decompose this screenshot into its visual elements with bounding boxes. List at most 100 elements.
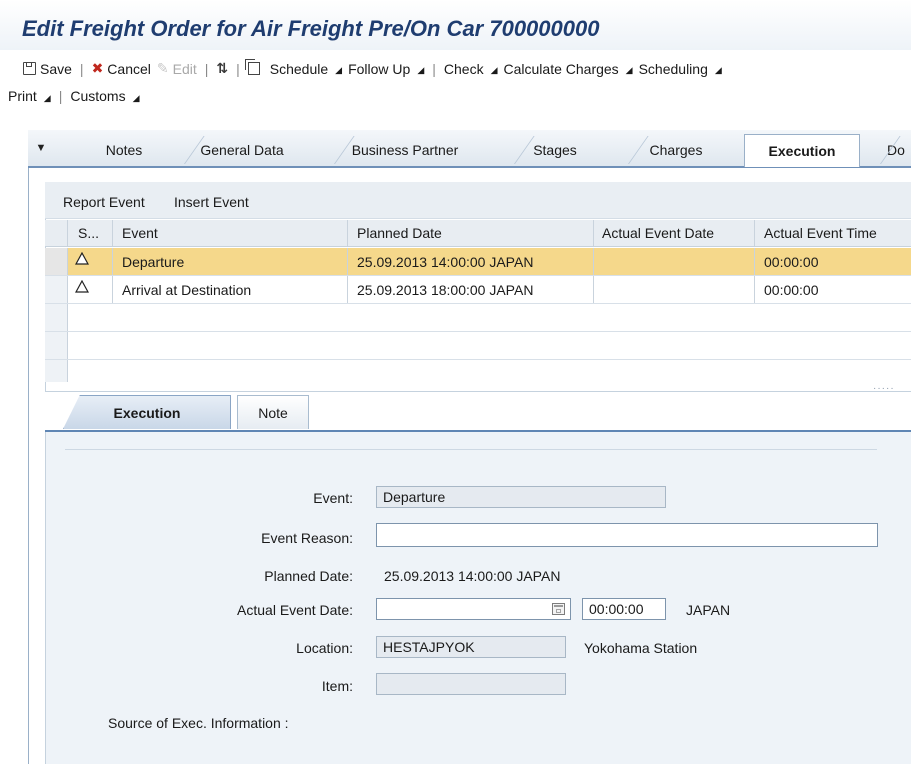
toolbar-separator: | — [432, 60, 436, 77]
location-description: Yokohama Station — [584, 640, 698, 656]
cell-event: Arrival at Destination — [122, 282, 252, 298]
row-selector[interactable] — [45, 276, 68, 303]
column-header-status[interactable]: S... — [78, 225, 99, 241]
planned-date-value: 25.09.2013 14:00:00 JAPAN — [384, 568, 561, 584]
dropdown-triangle-icon: ◢ — [335, 65, 343, 75]
item-label: Item: — [321, 678, 353, 694]
table-header: S... Event Planned Date Actual Event Dat… — [45, 220, 911, 247]
column-header-actual-event-time[interactable]: Actual Event Time — [764, 225, 877, 241]
toolbar: Save | ✖ Cancel ✎ Edit | ⇅ | Schedule ◢ F… — [0, 52, 911, 114]
column-header-actual-event-date[interactable]: Actual Event Date — [602, 225, 714, 241]
tab-general-data[interactable]: General Data — [180, 136, 304, 164]
refresh-icon: ⇅ — [216, 60, 229, 76]
table-toolbar: Report Event Insert Event — [45, 182, 911, 219]
calculate-charges-menu[interactable]: Calculate Charges ◢ — [504, 61, 633, 77]
edit-icon: ✎ — [156, 60, 169, 76]
edit-label: Edit — [172, 60, 197, 77]
cancel-button[interactable]: ✖ Cancel — [92, 60, 151, 77]
toolbar-separator: | — [58, 88, 63, 104]
detail-tab-strip: Execution Note — [45, 395, 911, 433]
follow-up-menu[interactable]: Follow Up ◢ — [348, 61, 424, 77]
actual-event-date-input[interactable] — [376, 598, 571, 620]
column-divider — [593, 220, 594, 246]
column-header-event[interactable]: Event — [122, 225, 158, 241]
report-event-button[interactable]: Report Event — [63, 194, 145, 210]
column-divider — [112, 276, 113, 303]
column-divider — [754, 220, 755, 246]
row-selector[interactable] — [45, 248, 68, 275]
toolbar-row-1: Save | ✖ Cancel ✎ Edit | ⇅ | Schedule ◢ F… — [23, 59, 728, 77]
detail-tab-execution[interactable]: Execution — [63, 395, 231, 429]
table-row-empty — [45, 332, 911, 360]
event-label: Event: — [313, 490, 353, 506]
tab-execution[interactable]: Execution — [744, 134, 860, 167]
event-reason-input[interactable] — [376, 523, 878, 547]
column-divider — [347, 276, 348, 303]
row-selector[interactable] — [45, 304, 68, 331]
location-field: HESTAJPYOK — [376, 636, 566, 658]
toolbar-separator: | — [236, 60, 240, 77]
customs-menu[interactable]: Customs ◢ — [70, 88, 139, 104]
tab-documents[interactable]: Do — [876, 136, 911, 164]
refresh-button[interactable]: ⇅ — [216, 60, 228, 77]
location-label: Location: — [296, 640, 353, 656]
page-title: Edit Freight Order for Air Freight Pre/O… — [22, 16, 600, 41]
table-row-empty — [45, 304, 911, 332]
print-label: Print — [8, 88, 37, 104]
column-divider — [593, 248, 594, 275]
event-reason-label: Event Reason: — [261, 530, 353, 546]
column-divider — [67, 220, 68, 246]
schedule-menu[interactable]: Schedule ◢ — [270, 61, 342, 77]
dropdown-triangle-icon: ◢ — [132, 92, 140, 103]
save-button[interactable]: Save — [23, 61, 72, 77]
tab-stages[interactable]: Stages — [510, 136, 600, 164]
form-divider — [65, 449, 877, 450]
calendar-icon[interactable] — [552, 603, 565, 615]
cell-actual-event-time: 00:00:00 — [764, 282, 819, 298]
edit-button[interactable]: ✎ Edit — [157, 60, 197, 77]
cell-event: Departure — [122, 254, 185, 270]
item-field — [376, 673, 566, 695]
actual-event-date-label: Actual Event Date: — [237, 602, 353, 618]
planned-date-label: Planned Date: — [264, 568, 353, 584]
dropdown-triangle-icon: ◢ — [714, 65, 722, 75]
scheduling-menu[interactable]: Scheduling ◢ — [639, 61, 722, 77]
toolbar-separator: | — [79, 60, 84, 77]
table-row[interactable]: Departure 25.09.2013 14:00:00 JAPAN 00:0… — [45, 248, 911, 276]
row-selector[interactable] — [45, 360, 68, 382]
dropdown-triangle-icon: ◢ — [43, 92, 51, 103]
insert-event-button[interactable]: Insert Event — [174, 194, 249, 210]
dropdown-triangle-icon: ◢ — [490, 65, 498, 75]
resize-grip[interactable]: ····· — [873, 383, 895, 394]
tab-strip: ▼ Notes General Data Business Partner St… — [28, 130, 911, 168]
schedule-label: Schedule — [269, 60, 329, 77]
toolbar-separator: | — [204, 60, 209, 77]
tab-charges[interactable]: Charges — [624, 136, 728, 164]
column-divider — [754, 276, 755, 303]
cell-actual-event-time: 00:00:00 — [764, 254, 819, 270]
cell-planned-date: 25.09.2013 18:00:00 JAPAN — [357, 282, 534, 298]
check-label: Check — [443, 60, 484, 77]
cancel-icon: ✖ — [91, 60, 104, 76]
customs-label: Customs — [70, 88, 126, 104]
table-row-empty — [45, 360, 911, 382]
check-menu[interactable]: Check ◢ — [444, 61, 498, 77]
column-divider — [754, 248, 755, 275]
scheduling-label: Scheduling — [638, 60, 708, 77]
tab-business-partner[interactable]: Business Partner — [330, 136, 480, 164]
tab-menu-icon[interactable]: ▼ — [28, 130, 54, 166]
copy-button[interactable] — [244, 59, 260, 75]
detail-tab-note[interactable]: Note — [237, 395, 309, 429]
table-row[interactable]: Arrival at Destination 25.09.2013 18:00:… — [45, 276, 911, 304]
column-header-planned-date[interactable]: Planned Date — [357, 225, 442, 241]
row-selector[interactable] — [45, 332, 68, 359]
cancel-label: Cancel — [107, 60, 151, 77]
column-divider — [347, 248, 348, 275]
print-menu[interactable]: Print ◢ — [8, 88, 51, 104]
column-divider — [112, 220, 113, 246]
column-divider — [347, 220, 348, 246]
toolbar-row-2: Print ◢ | Customs ◢ — [8, 88, 146, 104]
actual-event-time-input[interactable]: 00:00:00 — [582, 598, 666, 620]
calculate-charges-label: Calculate Charges — [503, 60, 619, 77]
tab-notes[interactable]: Notes — [94, 136, 154, 164]
